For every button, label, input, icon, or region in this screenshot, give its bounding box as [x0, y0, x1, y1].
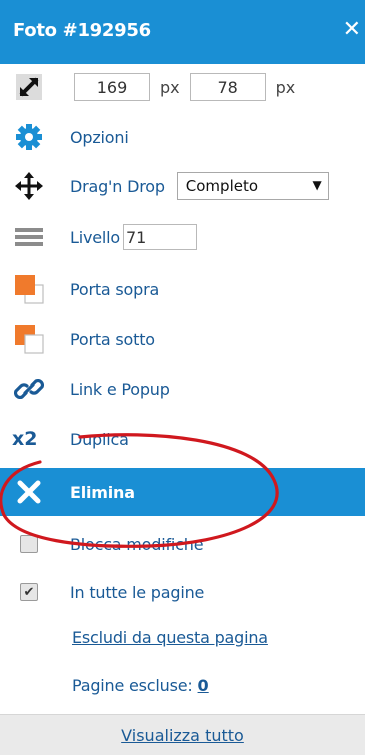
show-all-link[interactable]: Visualizza tutto [0, 726, 365, 745]
menu-item-bring-front[interactable]: Porta sopra [0, 266, 365, 312]
level-label: Livello [70, 227, 120, 247]
menu-item-exclude[interactable]: Escludi da questa pagina [0, 614, 365, 660]
duplicate-icon: x2 [12, 428, 38, 450]
bring-front-label: Porta sopra [70, 279, 160, 299]
all-pages-label: In tutte le pagine [70, 582, 205, 602]
close-icon[interactable]: ✕ [343, 17, 361, 42]
menu-item-delete[interactable]: Elimina [0, 468, 365, 516]
all-pages-checkbox[interactable]: ✔ [20, 583, 38, 601]
layers-icon [12, 220, 46, 254]
chevron-down-icon: ▼ [312, 178, 322, 192]
move-icon [12, 169, 46, 203]
menu-item-lock[interactable]: Blocca modifiche [0, 521, 365, 567]
menu-item-level: Livello [0, 214, 365, 260]
panel-header: Foto #192956 ✕ [0, 0, 365, 64]
dragdrop-label: Drag'n Drop [70, 176, 165, 196]
delete-icon [12, 475, 46, 509]
exclude-link[interactable]: Escludi da questa pagina [72, 628, 268, 647]
menu-item-all-pages[interactable]: ✔ In tutte le pagine [0, 569, 365, 615]
menu-item-send-back[interactable]: Porta sotto [0, 316, 365, 362]
panel-footer: Visualizza tutto [0, 714, 365, 755]
link-icon [12, 372, 46, 406]
height-input[interactable] [189, 73, 266, 101]
excluded-pages-count[interactable]: 0 [198, 676, 209, 695]
size-row: px px [0, 64, 365, 110]
gear-icon [12, 120, 46, 154]
options-label: Opzioni [70, 127, 129, 147]
excluded-pages-row: Pagine escluse: 0 [0, 662, 365, 708]
dragdrop-select[interactable]: Completo ▼ [176, 172, 329, 200]
send-back-icon [12, 322, 46, 356]
width-unit: px [160, 77, 180, 97]
dragdrop-select-value: Completo [185, 177, 259, 195]
panel-title: Foto #192956 [13, 20, 151, 41]
lock-label: Blocca modifiche [70, 534, 204, 554]
height-unit: px [275, 77, 296, 97]
width-input[interactable] [74, 73, 150, 101]
delete-label: Elimina [70, 482, 135, 502]
menu-item-duplicate[interactable]: x2 Duplica [0, 416, 365, 462]
excluded-pages-label: Pagine escluse: [72, 675, 193, 695]
menu-item-dragdrop: Drag'n Drop Completo ▼ [0, 163, 365, 209]
menu-item-options[interactable]: Opzioni [0, 114, 365, 160]
send-back-label: Porta sotto [70, 329, 155, 349]
resize-icon [12, 70, 46, 104]
lock-checkbox-wrap [12, 527, 46, 561]
link-popup-label: Link e Popup [70, 379, 170, 399]
bring-front-icon [12, 272, 46, 306]
lock-checkbox[interactable] [20, 535, 38, 553]
menu-item-link-popup[interactable]: Link e Popup [0, 366, 365, 412]
level-input[interactable] [122, 224, 197, 250]
duplicate-label: Duplica [70, 429, 129, 449]
all-pages-checkbox-wrap: ✔ [12, 575, 46, 609]
